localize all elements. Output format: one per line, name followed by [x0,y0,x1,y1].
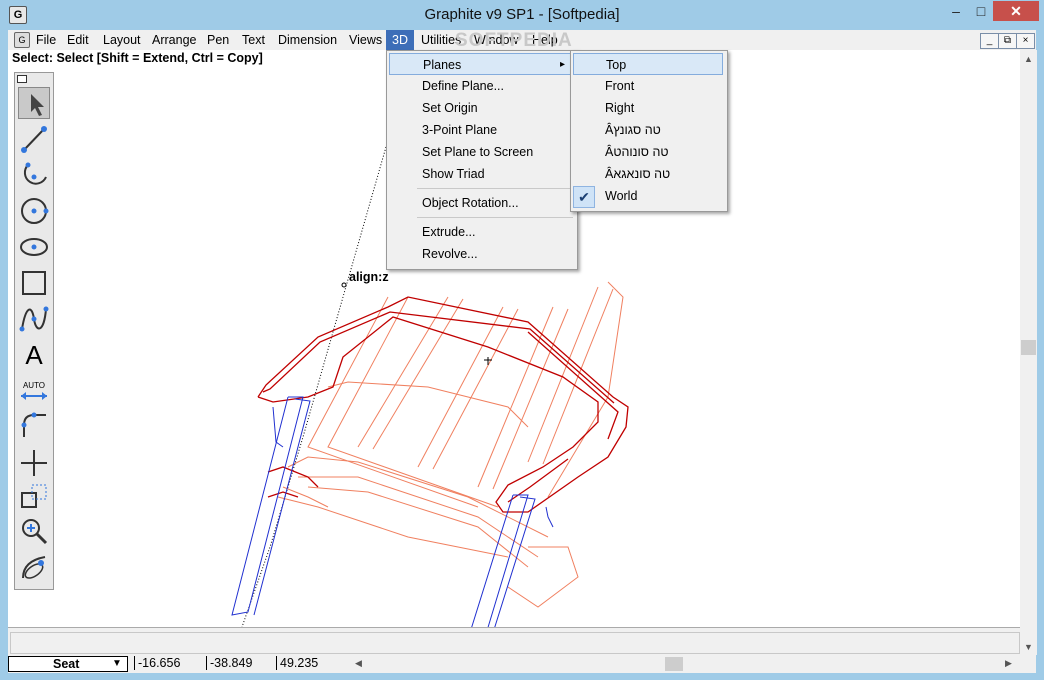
mdi-close-button[interactable]: × [1016,33,1035,49]
menu-layout[interactable]: Layout [97,30,147,50]
circle-icon[interactable] [18,195,50,227]
align-label: align:z [349,270,389,284]
mdi-minimize-button[interactable]: _ [980,33,999,49]
menu-item-show-triad[interactable]: Show Triad [422,163,485,185]
coord-z: 49.235 [276,656,318,670]
check-icon: ✔ [573,186,595,208]
ellipse-icon[interactable] [18,231,50,263]
menu-item-world[interactable]: World [605,185,637,207]
coord-x: -16.656 [134,656,180,670]
menu-3d-dropdown: Planes ▸ Define Plane... Set Origin 3-Po… [386,50,578,270]
layer-dropdown[interactable]: Seat [8,656,128,672]
toolbox-close-icon[interactable] [17,75,27,83]
menu-file[interactable]: File [30,30,62,50]
menu-item-top[interactable]: Top [573,53,723,75]
line-icon[interactable] [18,123,50,155]
menu-separator [417,188,573,189]
menu-item-label: Top [606,58,627,72]
scroll-right-icon[interactable]: ▶ [1000,658,1017,669]
document-icon[interactable]: G [14,32,30,48]
menu-item-label: Planes [423,58,462,72]
horizontal-scroll-thumb[interactable] [665,657,683,671]
menu-item-plane-6[interactable]: Âטה סונאגא [605,163,670,185]
menu-item-revolve[interactable]: Revolve... [422,243,478,265]
scroll-up-icon[interactable]: ▲ [1020,54,1037,64]
menu-item-plane-4[interactable]: Âטה סגונץ [605,119,661,141]
rectangle-icon[interactable] [18,267,50,299]
menu-separator [417,217,573,218]
fillet-icon[interactable] [18,409,50,441]
menu-item-extrude[interactable]: Extrude... [422,221,476,243]
layer-name: Seat [53,657,80,671]
text-icon[interactable]: A [18,339,50,371]
spline-icon[interactable] [18,303,50,335]
minimize-button[interactable]: – [943,1,969,21]
command-input[interactable] [10,632,1020,654]
arc-icon[interactable] [18,159,50,191]
watermark: SOFTPEDIA [455,30,573,51]
crosshair-icon[interactable] [18,447,50,479]
menu-item-3-point-plane[interactable]: 3-Point Plane [422,119,497,141]
menu-item-set-plane-to-screen[interactable]: Set Plane to Screen [422,141,533,163]
menu-arrange[interactable]: Arrange [146,30,202,50]
vertical-scroll-thumb[interactable] [1021,340,1036,355]
chair-arms [257,296,629,513]
menu-item-plane-5[interactable]: Âטה סונוהט [605,141,669,163]
menu-item-set-origin[interactable]: Set Origin [422,97,478,119]
box-select-icon[interactable] [18,481,50,513]
horizontal-scrollbar[interactable]: ◀ ▶ [350,656,1018,672]
zoom-icon[interactable] [18,515,50,547]
snap-point [341,282,347,288]
menu-dimension[interactable]: Dimension [272,30,343,50]
select-arrow-icon[interactable] [18,87,50,119]
menu-item-define-plane[interactable]: Define Plane... [422,75,504,97]
coord-y: -38.849 [206,656,252,670]
scroll-left-icon[interactable]: ◀ [350,658,367,669]
menu-text[interactable]: Text [236,30,271,50]
menu-item-object-rotation[interactable]: Object Rotation... [422,192,519,214]
scroll-down-icon[interactable]: ▼ [1020,642,1037,652]
construction-line [241,146,387,627]
rotate-view-icon[interactable] [18,551,50,583]
maximize-button[interactable]: □ [969,1,993,21]
mdi-restore-button[interactable]: ⧉ [998,33,1017,49]
dropdown-arrow-icon[interactable]: ▼ [112,658,122,669]
menu-item-planes[interactable]: Planes ▸ [389,53,573,75]
menu-pen[interactable]: Pen [201,30,235,50]
menu-views[interactable]: Views [343,30,388,50]
window-title: Graphite v9 SP1 - [Softpedia] [424,6,620,23]
menu-edit[interactable]: Edit [61,30,95,50]
submenu-arrow-icon: ▸ [560,59,566,70]
toolbox-palette: A AUTO [14,72,54,590]
auto-dimension-icon[interactable] [18,389,50,403]
menu-item-front[interactable]: Front [605,75,634,97]
chair-slats [277,281,624,608]
menu-3d[interactable]: 3D [386,30,414,50]
close-button[interactable]: ✕ [993,1,1039,21]
menu-planes-dropdown: Top Front Right Âטה סגונץ Âטה סונוהט Âטה… [570,50,728,212]
menu-item-right[interactable]: Right [605,97,634,119]
